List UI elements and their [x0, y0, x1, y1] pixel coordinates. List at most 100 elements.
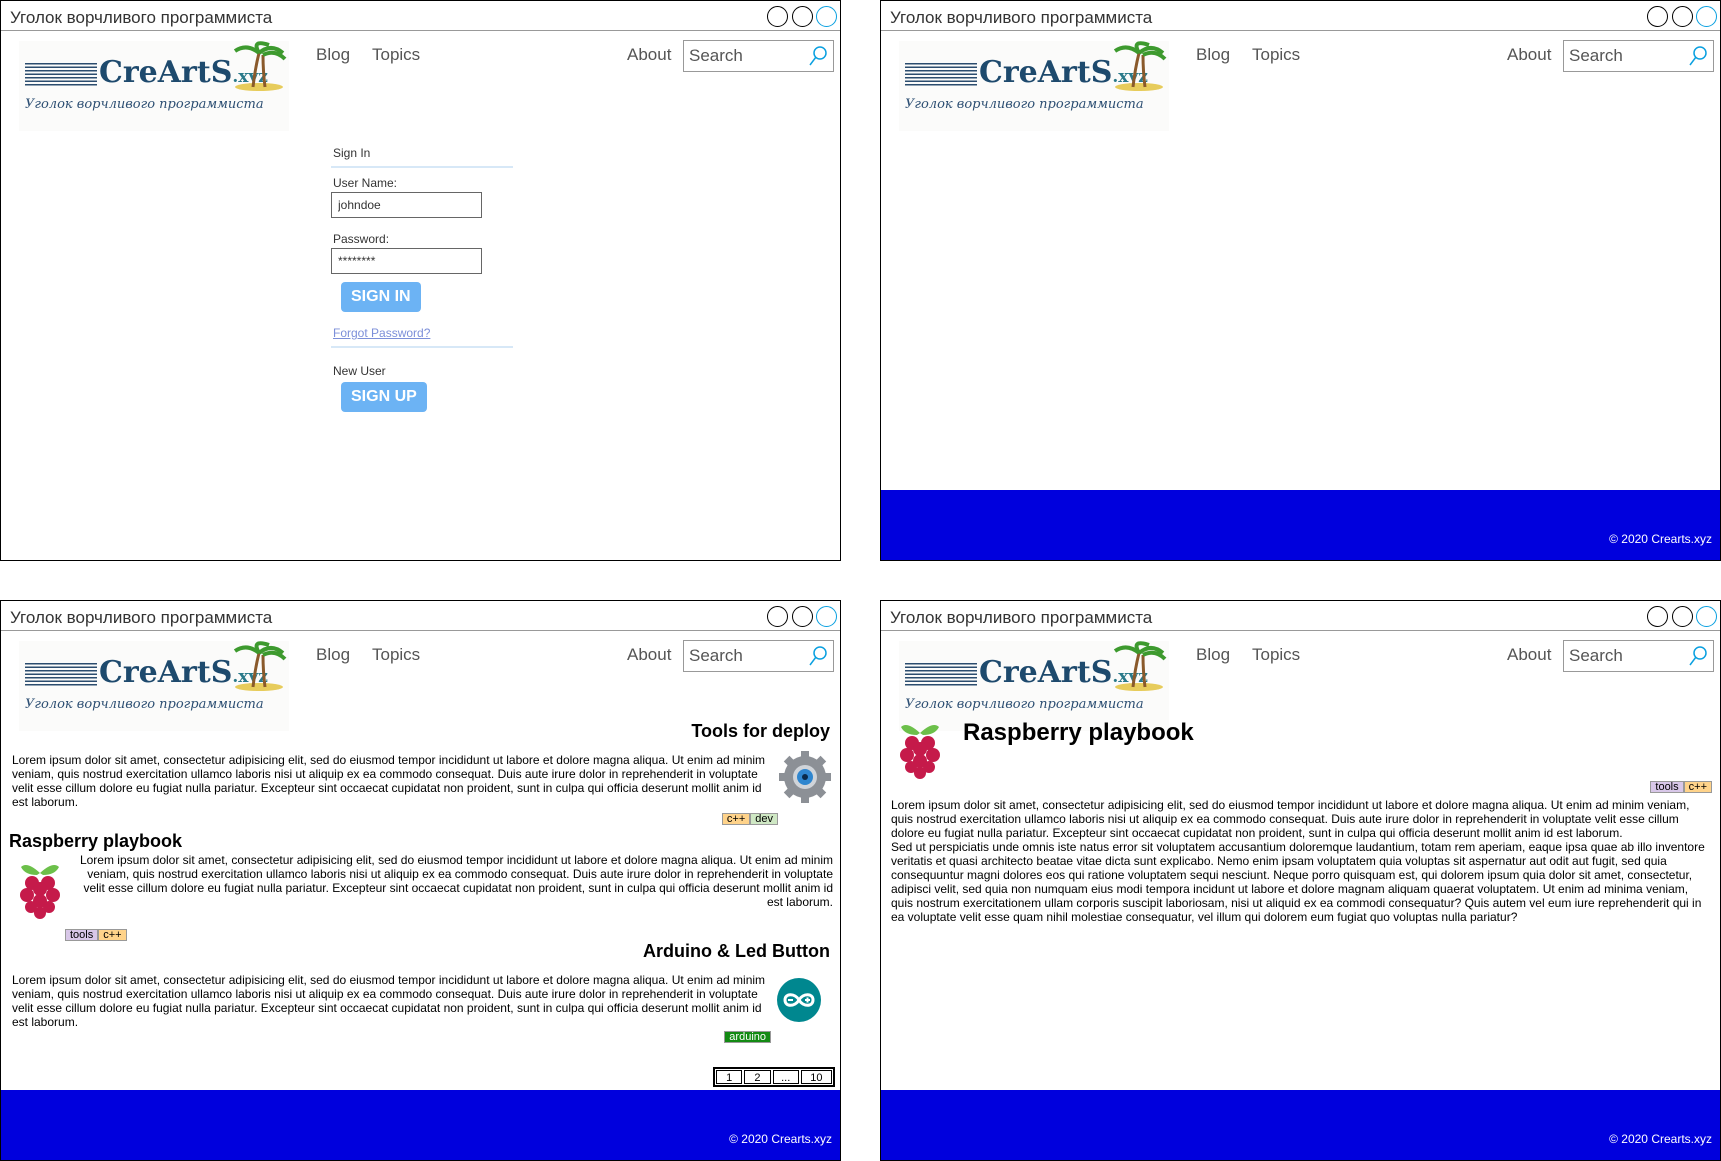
- sign-in-button[interactable]: SIGN IN: [341, 282, 421, 312]
- tag-chip[interactable]: tools: [1650, 781, 1684, 793]
- logo-tagline: Уголок ворчливого программиста: [905, 97, 1144, 112]
- sign-in-heading: Sign In: [333, 146, 371, 160]
- forgot-password-link[interactable]: Forgot Password?: [333, 326, 513, 340]
- site-logo[interactable]: CreArtS.xyz Уголок ворчливого программис…: [19, 641, 289, 731]
- logo-speed-lines: [25, 63, 97, 87]
- palm-tree-icon: [233, 641, 287, 691]
- post-title-tools[interactable]: Tools for deploy: [691, 721, 830, 742]
- search-box: [1563, 40, 1714, 72]
- new-user-label: New User: [333, 364, 386, 378]
- pagination: 1 2 ... 10: [713, 1067, 835, 1087]
- nav-about[interactable]: About: [1507, 645, 1551, 665]
- wireframe-blog-list-window: Уголок ворчливого программиста CreArtS.x…: [0, 600, 841, 1161]
- gear-icon: [779, 751, 831, 803]
- minimize-button[interactable]: [1647, 6, 1668, 27]
- close-button[interactable]: [816, 6, 837, 27]
- copyright-text: © 2020 Crearts.xyz: [729, 1132, 832, 1146]
- post-excerpt: Lorem ipsum dolor sit amet, consectetur …: [12, 973, 766, 1029]
- copyright-text: © 2020 Crearts.xyz: [1609, 532, 1712, 546]
- tag-chip[interactable]: arduino: [724, 1031, 771, 1043]
- nav-topics[interactable]: Topics: [372, 645, 420, 665]
- post-excerpt: Lorem ipsum dolor sit amet, consectetur …: [12, 753, 766, 809]
- window-titlebar: Уголок ворчливого программиста: [881, 1, 1720, 31]
- nav-topics[interactable]: Topics: [1252, 45, 1300, 65]
- maximize-button[interactable]: [792, 6, 813, 27]
- close-button[interactable]: [1696, 606, 1717, 627]
- search-icon[interactable]: [1688, 645, 1708, 667]
- minimize-button[interactable]: [767, 606, 788, 627]
- search-icon[interactable]: [808, 45, 828, 67]
- search-input[interactable]: [1564, 41, 1689, 71]
- close-button[interactable]: [816, 606, 837, 627]
- maximize-button[interactable]: [1672, 606, 1693, 627]
- post-title: Raspberry playbook: [963, 719, 1194, 746]
- copyright-text: © 2020 Crearts.xyz: [1609, 1132, 1712, 1146]
- nav-topics[interactable]: Topics: [1252, 645, 1300, 665]
- logo-tagline: Уголок ворчливого программиста: [25, 97, 264, 112]
- post-title-arduino[interactable]: Arduino & Led Button: [643, 941, 830, 962]
- search-input[interactable]: [1564, 641, 1689, 671]
- username-label: User Name:: [333, 176, 398, 190]
- nav-blog[interactable]: Blog: [1196, 645, 1230, 665]
- post-tags: tools c++: [65, 929, 127, 941]
- search-input[interactable]: [684, 641, 809, 671]
- logo-speed-lines: [905, 63, 977, 87]
- tag-chip[interactable]: c++: [721, 813, 751, 825]
- password-label: Password:: [333, 232, 390, 246]
- username-field[interactable]: [331, 192, 482, 218]
- nav-blog[interactable]: Blog: [316, 645, 350, 665]
- post-tags: tools c++: [1650, 781, 1712, 793]
- nav-topics[interactable]: Topics: [372, 45, 420, 65]
- page-2-button[interactable]: 2: [744, 1070, 771, 1084]
- password-field[interactable]: [331, 248, 482, 274]
- page-ellipsis: ...: [772, 1070, 799, 1084]
- arduino-icon: [777, 978, 821, 1022]
- close-button[interactable]: [1696, 6, 1717, 27]
- search-box: [683, 640, 834, 672]
- tag-chip[interactable]: c++: [98, 929, 127, 941]
- tag-chip[interactable]: dev: [750, 813, 778, 825]
- nav-about[interactable]: About: [627, 45, 671, 65]
- sign-up-button[interactable]: SIGN UP: [341, 382, 427, 412]
- post-title-raspberry[interactable]: Raspberry playbook: [9, 831, 182, 852]
- search-icon[interactable]: [1688, 45, 1708, 67]
- divider: [331, 346, 513, 348]
- nav-about[interactable]: About: [627, 645, 671, 665]
- post-paragraph: Sed ut perspiciatis unde omnis iste natu…: [891, 840, 1705, 924]
- window-titlebar: Уголок ворчливого программиста: [1, 1, 840, 31]
- minimize-button[interactable]: [767, 6, 788, 27]
- post-tags: arduino: [724, 1031, 771, 1043]
- search-input[interactable]: [684, 41, 809, 71]
- divider: [331, 166, 513, 168]
- site-logo[interactable]: CreArtS.xyz Уголок ворчливого программис…: [899, 41, 1169, 131]
- window-titlebar: Уголок ворчливого программиста: [881, 601, 1720, 631]
- tag-chip[interactable]: c++: [1683, 781, 1712, 793]
- page-footer: © 2020 Crearts.xyz: [1, 1090, 840, 1160]
- logo-tagline: Уголок ворчливого программиста: [905, 697, 1144, 712]
- window-title: Уголок ворчливого программиста: [10, 608, 273, 627]
- maximize-button[interactable]: [792, 606, 813, 627]
- tag-chip[interactable]: tools: [65, 929, 99, 941]
- window-titlebar: Уголок ворчливого программиста: [1, 601, 840, 631]
- nav-about[interactable]: About: [1507, 45, 1551, 65]
- page-1-button[interactable]: 1: [716, 1070, 743, 1084]
- window-title: Уголок ворчливого программиста: [890, 608, 1153, 627]
- page-10-button[interactable]: 10: [800, 1070, 832, 1084]
- wireframe-login-window: Уголок ворчливого программиста CreArtS.x…: [0, 0, 841, 561]
- post-tags: c++ dev: [721, 813, 778, 825]
- page-footer: © 2020 Crearts.xyz: [881, 490, 1720, 560]
- sign-in-form: Sign In User Name: Password: SIGN IN For…: [331, 146, 513, 412]
- site-logo[interactable]: CreArtS.xyz Уголок ворчливого программис…: [899, 641, 1169, 731]
- site-logo[interactable]: CreArtS.xyz Уголок ворчливого программис…: [19, 41, 289, 131]
- minimize-button[interactable]: [1647, 606, 1668, 627]
- logo-tagline: Уголок ворчливого программиста: [25, 697, 264, 712]
- wireframe-post-window: Уголок ворчливого программиста CreArtS.x…: [880, 600, 1721, 1161]
- logo-speed-lines: [25, 663, 97, 687]
- nav-blog[interactable]: Blog: [316, 45, 350, 65]
- nav-blog[interactable]: Blog: [1196, 45, 1230, 65]
- maximize-button[interactable]: [1672, 6, 1693, 27]
- search-icon[interactable]: [808, 645, 828, 667]
- window-title: Уголок ворчливого программиста: [890, 8, 1153, 27]
- raspberry-icon: [20, 865, 60, 919]
- palm-tree-icon: [233, 41, 287, 91]
